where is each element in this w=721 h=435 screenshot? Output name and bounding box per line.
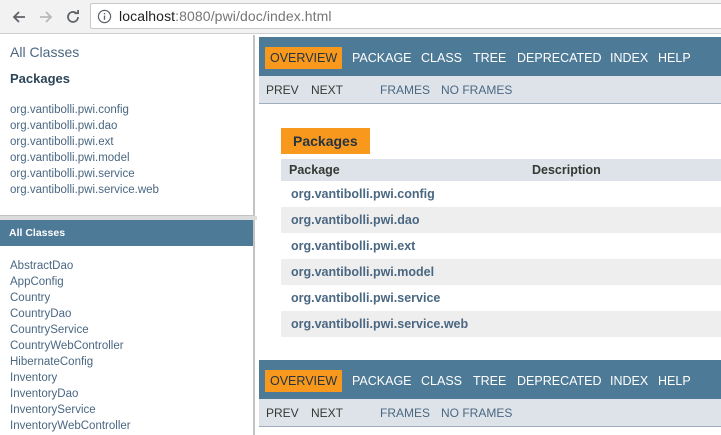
nav-package[interactable]: PACKAGE (352, 370, 412, 392)
packages-table: Package Description org.vantibolli.pwi.c… (281, 159, 721, 337)
subnav-next: NEXT (311, 406, 344, 420)
classes-frame-title: All Classes (9, 227, 66, 239)
nav-class[interactable]: CLASS (421, 370, 462, 392)
back-arrow-icon (12, 11, 25, 23)
subnav-next: NEXT (311, 83, 344, 97)
bottom-navbar: OVERVIEW PACKAGE CLASS TREE DEPRECATED I… (259, 360, 721, 399)
subnav-frames[interactable]: FRAMES (380, 406, 430, 420)
class-link[interactable]: Country (10, 290, 131, 306)
reload-button[interactable] (62, 6, 84, 28)
class-link[interactable]: AbstractDao (10, 258, 131, 274)
table-caption: Packages (281, 128, 370, 154)
content-frame: OVERVIEW PACKAGE CLASS TREE DEPRECATED I… (259, 35, 721, 435)
nav-deprecated[interactable]: DEPRECATED (517, 370, 602, 392)
top-navbar: OVERVIEW PACKAGE CLASS TREE DEPRECATED I… (259, 37, 721, 76)
nav-overview[interactable]: OVERVIEW (265, 47, 343, 69)
package-list: org.vantibolli.pwi.config org.vantibolli… (10, 102, 159, 198)
col-description-header: Description (532, 163, 601, 177)
package-row-link[interactable]: org.vantibolli.pwi.service (291, 291, 440, 305)
url-path: :8080/pwi/doc/index.html (175, 8, 332, 24)
nav-tree[interactable]: TREE (473, 370, 506, 392)
reload-icon (67, 10, 79, 23)
nav-deprecated[interactable]: DEPRECATED (517, 47, 602, 69)
nav-overview[interactable]: OVERVIEW (265, 370, 343, 392)
package-link[interactable]: org.vantibolli.pwi.config (10, 102, 159, 118)
class-link[interactable]: InventoryService (10, 402, 131, 418)
packages-frame: All Classes Packages org.vantibolli.pwi.… (0, 35, 255, 216)
packages-heading: Packages (10, 71, 70, 86)
subnav-frames[interactable]: FRAMES (380, 83, 430, 97)
package-row-link[interactable]: org.vantibolli.pwi.ext (291, 239, 415, 253)
package-link[interactable]: org.vantibolli.pwi.ext (10, 134, 159, 150)
forward-button[interactable] (35, 6, 57, 28)
package-row-link[interactable]: org.vantibolli.pwi.model (291, 265, 434, 279)
url-host: localhost (119, 8, 176, 24)
nav-help[interactable]: HELP (658, 370, 691, 392)
class-link[interactable]: Inventory (10, 370, 131, 386)
class-link[interactable]: HibernateConfig (10, 354, 131, 370)
subnav-prev: PREV (266, 406, 299, 420)
nav-class[interactable]: CLASS (421, 47, 462, 69)
bottom-subnav: PREV NEXT FRAMES NO FRAMES (259, 399, 721, 427)
top-subnav: PREV NEXT FRAMES NO FRAMES (259, 76, 721, 104)
col-package-header: Package (289, 163, 340, 177)
table-row: org.vantibolli.pwi.service (281, 285, 721, 311)
table-row: org.vantibolli.pwi.dao (281, 207, 721, 233)
package-link[interactable]: org.vantibolli.pwi.dao (10, 118, 159, 134)
subnav-prev: PREV (266, 83, 299, 97)
package-row-link[interactable]: org.vantibolli.pwi.config (291, 187, 435, 201)
package-link[interactable]: org.vantibolli.pwi.service (10, 166, 159, 182)
table-row: org.vantibolli.pwi.ext (281, 233, 721, 259)
class-link[interactable]: CountryWebController (10, 338, 131, 354)
nav-help[interactable]: HELP (658, 47, 691, 69)
package-link[interactable]: org.vantibolli.pwi.model (10, 150, 159, 166)
browser-toolbar: localhost:8080/pwi/doc/index.html (0, 0, 721, 34)
table-row: org.vantibolli.pwi.service.web (281, 311, 721, 337)
class-list: AbstractDao AppConfig Country CountryDao… (10, 258, 131, 434)
class-link[interactable]: InventoryDao (10, 386, 131, 402)
nav-package[interactable]: PACKAGE (352, 47, 412, 69)
package-link[interactable]: org.vantibolli.pwi.service.web (10, 182, 159, 198)
nav-index[interactable]: INDEX (610, 370, 648, 392)
table-row: org.vantibolli.pwi.model (281, 259, 721, 285)
back-button[interactable] (8, 6, 30, 28)
class-link[interactable]: InventoryWebController (10, 418, 131, 434)
subnav-no-frames[interactable]: NO FRAMES (441, 83, 512, 97)
info-icon[interactable] (97, 9, 112, 24)
class-link[interactable]: CountryDao (10, 306, 131, 322)
table-caption-label: Packages (293, 133, 358, 149)
classes-frame-header: All Classes (0, 220, 253, 246)
url-text: localhost:8080/pwi/doc/index.html (119, 8, 332, 24)
class-link[interactable]: CountryService (10, 322, 131, 338)
table-row: org.vantibolli.pwi.config (281, 181, 721, 207)
forward-arrow-icon (40, 11, 53, 23)
package-row-link[interactable]: org.vantibolli.pwi.dao (291, 213, 419, 227)
nav-index[interactable]: INDEX (610, 47, 648, 69)
package-row-link[interactable]: org.vantibolli.pwi.service.web (291, 317, 468, 331)
subnav-no-frames[interactable]: NO FRAMES (441, 406, 512, 420)
address-bar[interactable]: localhost:8080/pwi/doc/index.html (90, 3, 721, 29)
table-header-row: Package Description (281, 159, 721, 181)
all-classes-link[interactable]: All Classes (10, 44, 79, 60)
nav-tree[interactable]: TREE (473, 47, 506, 69)
classes-frame: All Classes AbstractDao AppConfig Countr… (0, 220, 255, 435)
class-link[interactable]: AppConfig (10, 274, 131, 290)
